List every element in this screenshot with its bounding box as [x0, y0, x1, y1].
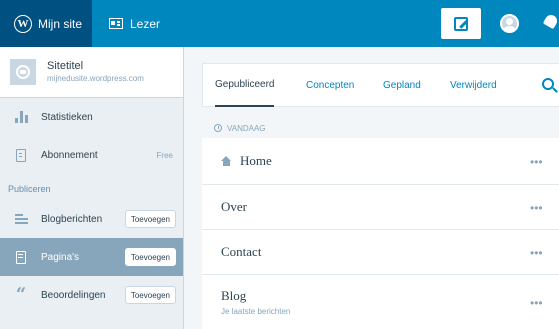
- sidebar-item-stats[interactable]: Statistieken: [0, 98, 183, 136]
- section-publish-heading: Publiceren: [8, 184, 51, 194]
- sidebar-item-label: Abonnement: [41, 149, 98, 161]
- sidebar-item-plan[interactable]: Abonnement Free: [0, 136, 183, 174]
- site-url: mijnedusite.wordpress.com: [47, 74, 144, 83]
- home-icon: [221, 156, 232, 166]
- page-row-over[interactable]: Over •••: [202, 185, 559, 230]
- plan-badge: Free: [156, 150, 173, 160]
- more-options-icon[interactable]: •••: [530, 201, 543, 215]
- reader-icon: [109, 18, 123, 29]
- date-group-label: VANDAAG: [227, 123, 266, 133]
- sidebar: Sitetitel mijnedusite.wordpress.com Stat…: [0, 47, 184, 329]
- write-post-button[interactable]: [441, 8, 481, 39]
- search-icon[interactable]: [542, 78, 554, 90]
- page-title[interactable]: Home: [240, 153, 272, 169]
- masterbar: W Mijn site Lezer: [0, 0, 559, 47]
- pages-icon: [14, 250, 28, 264]
- stats-icon: [14, 111, 28, 123]
- page-title[interactable]: Contact: [221, 244, 261, 260]
- page-title[interactable]: Over: [221, 199, 247, 215]
- write-icon: [454, 16, 468, 31]
- sidebar-item-label: Beoordelingen: [41, 289, 106, 301]
- notifications-bell-icon[interactable]: [543, 15, 559, 31]
- status-tabs: Gepubliceerd Concepten Gepland Verwijder…: [202, 63, 559, 107]
- profile-avatar[interactable]: [500, 14, 519, 33]
- wordpress-logo-icon: W: [14, 14, 32, 33]
- posts-icon: [14, 214, 28, 224]
- page-row-blog[interactable]: Blog Je laatste berichten •••: [202, 275, 559, 329]
- tab-drafts[interactable]: Concepten: [306, 64, 354, 107]
- tab-published[interactable]: Gepubliceerd: [215, 64, 275, 107]
- sidebar-item-label: Pagina's: [41, 251, 80, 263]
- sidebar-item-posts[interactable]: Blogberichten Toevoegen: [0, 200, 183, 238]
- sidebar-item-testimonials[interactable]: “ Beoordelingen Toevoegen: [0, 276, 183, 314]
- more-options-icon[interactable]: •••: [530, 155, 543, 169]
- sidebar-item-label: Blogberichten: [41, 213, 103, 225]
- date-group-header: VANDAAG: [202, 118, 559, 138]
- my-site-label: Mijn site: [38, 16, 83, 31]
- page-row-home[interactable]: Home •••: [202, 138, 559, 185]
- site-globe-icon: [10, 59, 36, 85]
- tab-trashed[interactable]: Verwijderd: [450, 64, 497, 107]
- reader-label: Lezer: [130, 16, 161, 31]
- add-post-button[interactable]: Toevoegen: [124, 210, 176, 228]
- sidebar-item-pages[interactable]: Pagina's Toevoegen: [0, 238, 183, 276]
- site-title: Sitetitel: [47, 60, 84, 72]
- reader-button[interactable]: Lezer: [109, 0, 160, 47]
- tab-scheduled[interactable]: Gepland: [383, 64, 421, 107]
- more-options-icon[interactable]: •••: [530, 246, 543, 260]
- page-row-contact[interactable]: Contact •••: [202, 230, 559, 275]
- page-subtitle: Je laatste berichten: [221, 307, 291, 316]
- current-site[interactable]: Sitetitel mijnedusite.wordpress.com: [0, 47, 183, 98]
- add-page-button[interactable]: Toevoegen: [124, 248, 176, 266]
- more-options-icon[interactable]: •••: [530, 296, 543, 310]
- page-title[interactable]: Blog: [221, 288, 290, 304]
- clock-icon: [214, 124, 222, 132]
- testimonials-icon: “: [15, 284, 27, 305]
- sidebar-item-label: Statistieken: [41, 111, 93, 123]
- my-site-button[interactable]: W Mijn site: [0, 0, 92, 47]
- plan-icon: [14, 148, 28, 162]
- add-testimonial-button[interactable]: Toevoegen: [124, 286, 176, 304]
